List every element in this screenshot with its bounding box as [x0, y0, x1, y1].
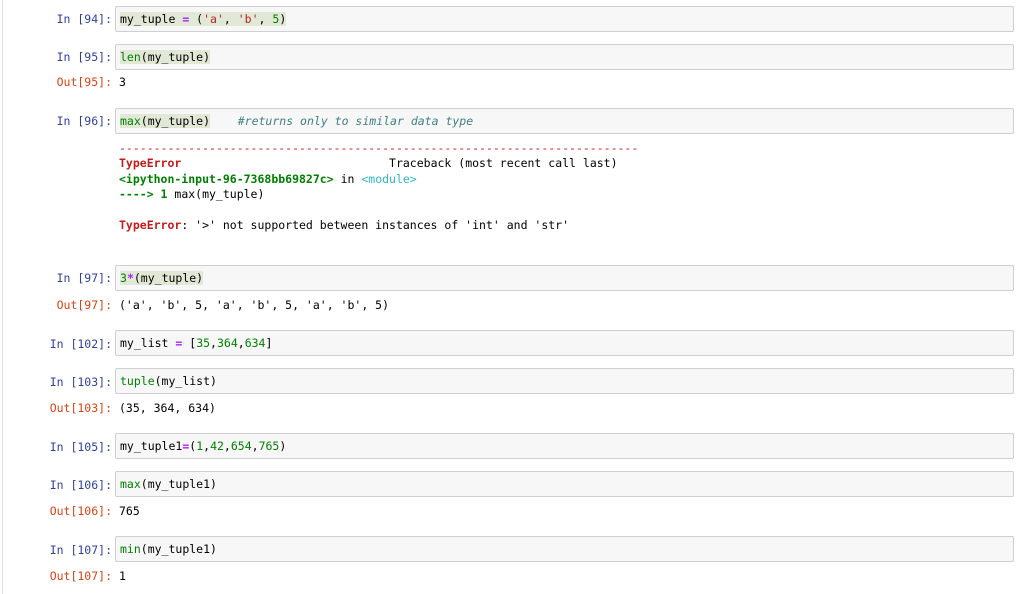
traceback-location: <ipython-input-96-7368bb69827c> in <modu…	[119, 172, 417, 186]
out-prompt: Out[106]:	[49, 504, 112, 518]
code-line: min(my_tuple1)	[120, 542, 217, 556]
code-input[interactable]: my_list = [35,364,634]	[115, 330, 1014, 356]
out-prompt: Out[95]:	[56, 75, 112, 89]
out-prompt: Out[97]:	[56, 298, 112, 312]
cell-output: (35, 364, 634)	[119, 401, 216, 415]
cell-output: ('a', 'b', 5, 'a', 'b', 5, 'a', 'b', 5)	[119, 298, 390, 312]
code-input[interactable]: max(my_tuple) #returns only to similar d…	[115, 108, 1014, 134]
in-prompt: In [103]:	[49, 375, 112, 389]
in-prompt: In [106]:	[49, 478, 112, 492]
code-line: my_tuple = ('a', 'b', 5)	[120, 12, 287, 26]
in-prompt: In [96]:	[56, 114, 112, 128]
error-message: TypeError: '>' not supported between ins…	[119, 218, 570, 232]
cell-output: 765	[119, 504, 140, 518]
code-input[interactable]: my_tuple1=(1,42,654,765)	[115, 433, 1014, 459]
code-line: my_tuple1=(1,42,654,765)	[120, 439, 287, 453]
code-line: 3*(my_tuple)	[120, 271, 204, 285]
code-line: max(my_tuple) #returns only to similar d…	[120, 114, 474, 128]
code-input[interactable]: 3*(my_tuple)	[115, 265, 1014, 291]
code-input[interactable]: my_tuple = ('a', 'b', 5)	[115, 6, 1014, 32]
code-input[interactable]: tuple(my_list)	[115, 368, 1014, 394]
cell-output: 3	[119, 75, 126, 89]
code-line: len(my_tuple)	[120, 50, 211, 64]
code-input[interactable]: max(my_tuple1)	[115, 471, 1014, 497]
in-prompt: In [97]:	[56, 271, 112, 285]
in-prompt: In [107]:	[49, 543, 112, 557]
in-prompt: In [94]:	[56, 12, 112, 26]
code-input[interactable]: min(my_tuple1)	[115, 536, 1014, 562]
in-prompt: In [102]:	[49, 337, 112, 351]
cell-output: 1	[119, 569, 126, 583]
out-prompt: Out[107]:	[49, 569, 112, 583]
out-prompt: Out[103]:	[49, 401, 112, 415]
in-prompt: In [95]:	[56, 50, 112, 64]
code-line: max(my_tuple1)	[120, 477, 217, 491]
in-prompt: In [105]:	[49, 440, 112, 454]
code-line: my_list = [35,364,634]	[120, 336, 273, 350]
traceback-divider: ----------------------------------------…	[119, 141, 639, 155]
code-line: tuple(my_list)	[120, 374, 217, 388]
traceback-header: TypeError Traceback (most recent call la…	[119, 156, 618, 170]
traceback-arrow-line: ----> 1 max(my_tuple)	[119, 187, 265, 201]
code-input[interactable]: len(my_tuple)	[115, 44, 1014, 70]
